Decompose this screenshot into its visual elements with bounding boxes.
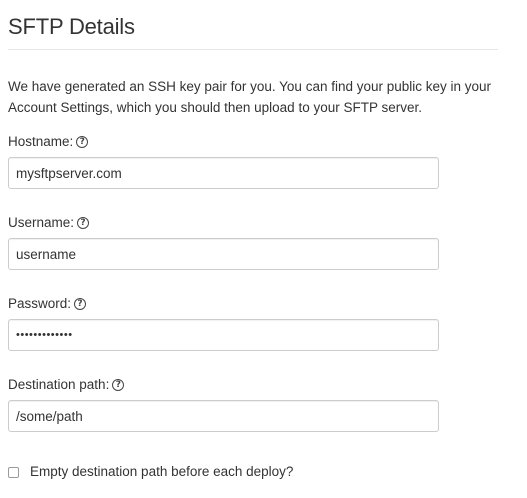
hostname-input[interactable] bbox=[8, 157, 439, 189]
page-title: SFTP Details bbox=[8, 14, 135, 39]
password-input[interactable] bbox=[8, 319, 439, 351]
empty-destination-label[interactable]: Empty destination path before each deplo… bbox=[30, 463, 293, 481]
destination-path-label: Destination path: bbox=[8, 377, 110, 392]
destination-path-input[interactable] bbox=[8, 400, 439, 432]
destination-path-label-row: Destination path: bbox=[8, 376, 125, 394]
username-label: Username: bbox=[8, 215, 75, 230]
password-label: Password: bbox=[8, 296, 72, 311]
hostname-label-row: Hostname: bbox=[8, 133, 89, 151]
password-label-row: Password: bbox=[8, 295, 87, 313]
question-circle-icon[interactable] bbox=[77, 217, 90, 229]
question-circle-icon[interactable] bbox=[74, 298, 87, 310]
title-divider bbox=[8, 49, 498, 50]
empty-destination-checkbox[interactable] bbox=[8, 466, 19, 478]
username-label-row: Username: bbox=[8, 214, 90, 232]
hostname-label: Hostname: bbox=[8, 134, 74, 149]
intro-text: We have generated an SSH key pair for yo… bbox=[8, 79, 492, 115]
question-circle-icon[interactable] bbox=[76, 136, 89, 148]
question-circle-icon[interactable] bbox=[112, 379, 125, 391]
sftp-details-panel: SFTP Details We have generated an SSH ke… bbox=[0, 0, 527, 498]
username-input[interactable] bbox=[8, 238, 439, 270]
empty-destination-option[interactable]: Empty destination path before each deplo… bbox=[8, 463, 293, 481]
